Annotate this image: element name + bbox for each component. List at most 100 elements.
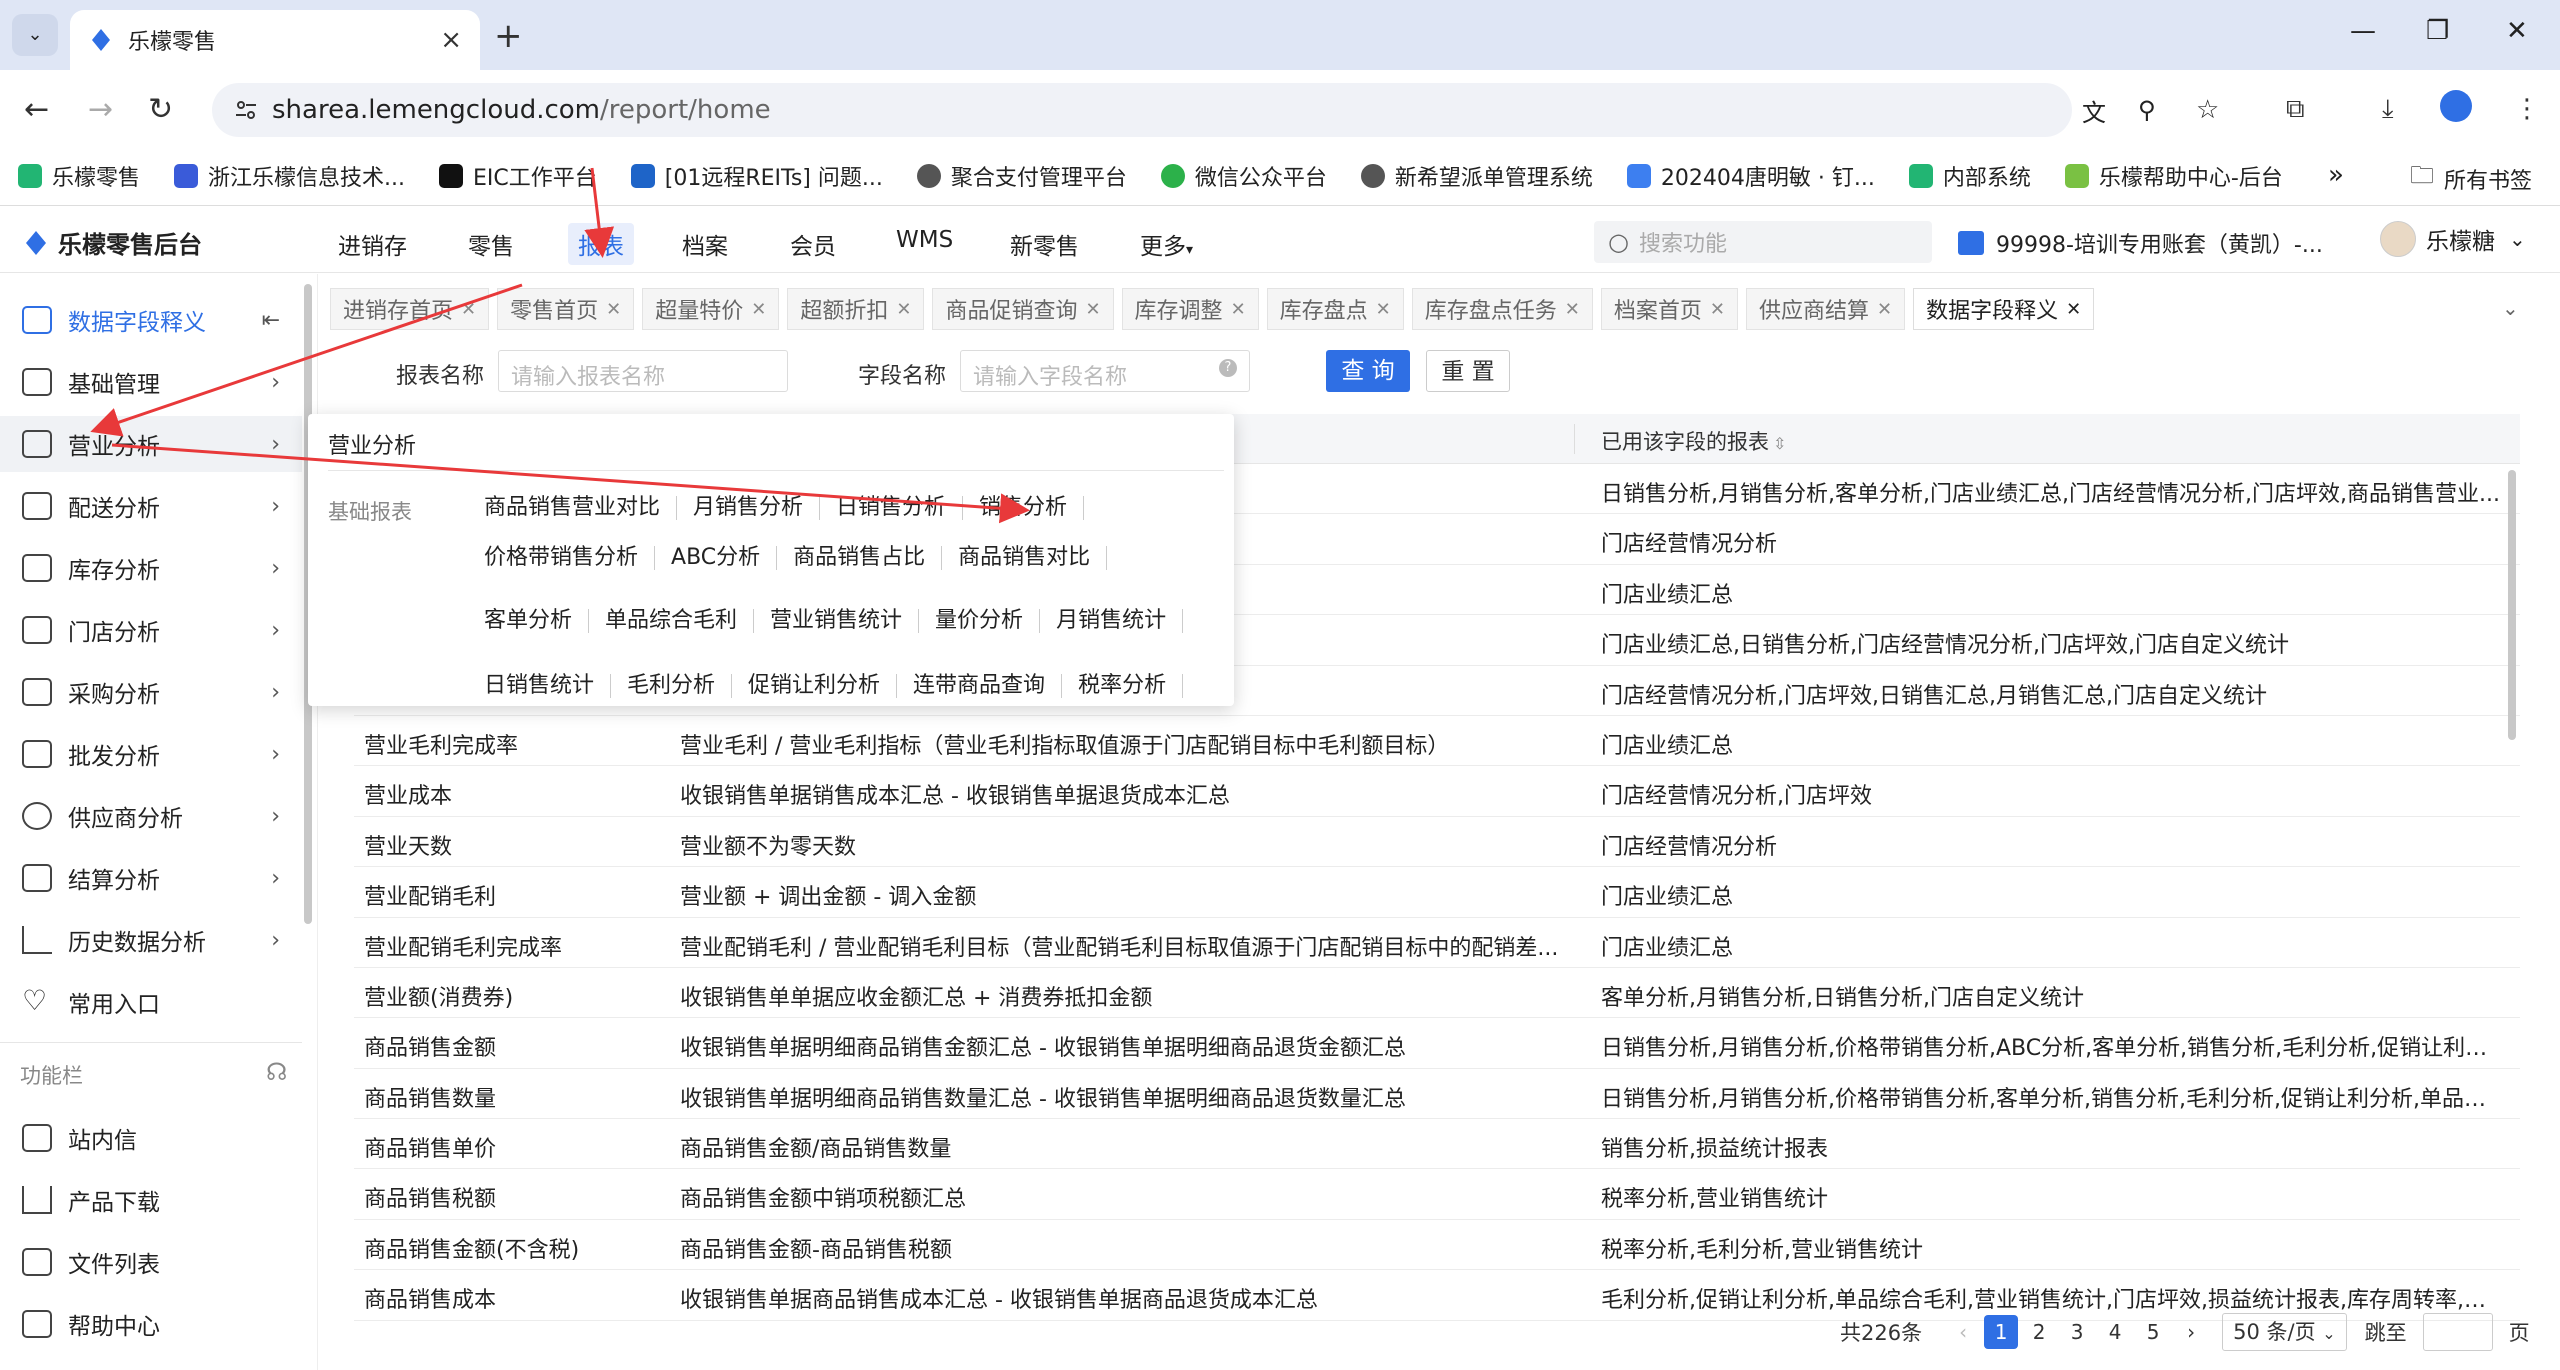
menu-item[interactable]: 税率分析 bbox=[1078, 674, 1184, 698]
sidebar-item-basic-management[interactable]: 基础管理 › bbox=[0, 354, 302, 410]
page-button[interactable]: 5 bbox=[2136, 1315, 2170, 1349]
table-row[interactable]: 商品销售税额 商品销售金额中销项税额汇总 税率分析,营业销售统计 bbox=[354, 1169, 2520, 1220]
sidebar-item-inventory-analysis[interactable]: 库存分析 › bbox=[0, 540, 302, 596]
table-row[interactable]: 营业额(消费券) 收银销售单单据应收金额汇总 + 消费券抵扣金额 客单分析,月销售分… bbox=[354, 968, 2520, 1019]
translate-icon[interactable]: 文 bbox=[2082, 93, 2106, 128]
table-row[interactable]: 商品销售单价 商品销售金额/商品销售数量 销售分析,损益统计报表 bbox=[354, 1119, 2520, 1170]
user-menu[interactable]: 乐檬糖 ⌄ bbox=[2380, 221, 2526, 257]
sidebar-item-help-center[interactable]: 帮助中心 bbox=[0, 1296, 302, 1352]
tab-close-icon[interactable]: ✕ bbox=[461, 299, 476, 320]
nav-member[interactable]: 会员 bbox=[790, 227, 836, 261]
prev-page-icon[interactable]: ‹ bbox=[1946, 1315, 1980, 1349]
sort-icon[interactable]: ⇳ bbox=[1773, 434, 1786, 453]
extensions-icon[interactable]: ⧉ bbox=[2286, 94, 2305, 125]
menu-item[interactable]: 营业销售统计 bbox=[770, 609, 920, 633]
nav-jinxiaocun[interactable]: 进销存 bbox=[338, 227, 407, 261]
bookmark-item[interactable]: 乐檬零售 bbox=[18, 160, 140, 192]
page-size-select[interactable]: 50 条/页 ⌄ bbox=[2222, 1313, 2347, 1351]
menu-item[interactable]: 量价分析 bbox=[935, 609, 1041, 633]
page-button[interactable]: 2 bbox=[2022, 1315, 2056, 1349]
table-row[interactable]: 商品销售金额(不含税) 商品销售金额-商品销售税额 税率分析,毛利分析,营业销售统计 bbox=[354, 1220, 2520, 1271]
sidebar-item-field-definition[interactable]: 数据字段释义 ⇤ bbox=[0, 292, 302, 348]
nav-wms[interactable]: WMS bbox=[896, 227, 953, 253]
tab-close-icon[interactable]: ✕ bbox=[896, 299, 911, 320]
menu-item[interactable]: 月销售分析 bbox=[693, 496, 821, 520]
bookmark-item[interactable]: 202404唐明敏 · 钉... bbox=[1626, 160, 1875, 192]
menu-item[interactable]: 商品销售营业对比 bbox=[484, 496, 678, 520]
headset-icon[interactable]: ☊ bbox=[266, 1058, 287, 1086]
bookmarks-overflow-icon[interactable]: » bbox=[2328, 160, 2344, 190]
bookmark-star-icon[interactable]: ☆ bbox=[2196, 95, 2219, 125]
sidebar-item-wholesale-analysis[interactable]: 批发分析 › bbox=[0, 726, 302, 782]
page-tab[interactable]: 商品促销查询 ✕ bbox=[932, 288, 1114, 330]
search-function-input[interactable]: ○ 搜索功能 bbox=[1594, 221, 1932, 263]
profile-icon[interactable] bbox=[2440, 90, 2472, 122]
menu-item[interactable]: 促销让利分析 bbox=[748, 674, 898, 698]
forward-icon[interactable]: → bbox=[88, 92, 113, 127]
bookmark-item[interactable]: 浙江乐檬信息技术... bbox=[174, 160, 405, 192]
table-row[interactable]: 营业配销毛利 营业额 + 调出金额 - 调入金额 门店业绩汇总 bbox=[354, 867, 2520, 918]
tabs-dropdown-icon[interactable]: ⌄ bbox=[2502, 296, 2519, 320]
sidebar-item-purchase-analysis[interactable]: 采购分析 › bbox=[0, 664, 302, 720]
tab-close-icon[interactable]: ✕ bbox=[2066, 299, 2081, 320]
page-tab[interactable]: 超量特价 ✕ bbox=[642, 288, 780, 330]
menu-item[interactable]: 商品销售对比 bbox=[958, 546, 1108, 570]
tab-close-icon[interactable]: ✕ bbox=[751, 299, 766, 320]
reset-button[interactable]: 重 置 bbox=[1426, 350, 1510, 392]
nav-new-retail[interactable]: 新零售 bbox=[1010, 227, 1079, 261]
query-button[interactable]: 查 询 bbox=[1326, 350, 1410, 392]
sidebar-item-file-list[interactable]: 文件列表 bbox=[0, 1234, 302, 1290]
bookmark-item[interactable]: 微信公众平台 bbox=[1160, 160, 1327, 192]
collapse-sidebar-icon[interactable]: ⇤ bbox=[262, 308, 280, 333]
url-bar[interactable]: sharea.lemengcloud.com/report/home 文 ⚲ ☆ bbox=[212, 83, 2219, 137]
browser-menu-icon[interactable]: ⋮ bbox=[2514, 94, 2540, 124]
bookmark-item[interactable]: 新希望派单管理系统 bbox=[1360, 160, 1593, 192]
page-button[interactable]: 3 bbox=[2060, 1315, 2094, 1349]
jump-page-input[interactable] bbox=[2422, 1313, 2493, 1351]
minimize-icon[interactable]: — bbox=[2350, 16, 2376, 46]
menu-item[interactable]: 日销售分析 bbox=[836, 496, 964, 520]
tab-search-button[interactable]: ⌄ bbox=[12, 14, 58, 56]
table-row[interactable]: 营业配销毛利完成率 营业配销毛利 / 营业配销毛利目标（营业配销毛利目标取值源于门… bbox=[354, 918, 2520, 968]
sidebar-item-history-analysis[interactable]: 历史数据分析 › bbox=[0, 912, 302, 968]
sidebar-item-common-entry[interactable]: ♡ 常用入口 bbox=[0, 974, 302, 1030]
sidebar-item-business-analysis[interactable]: 营业分析 › bbox=[0, 416, 302, 472]
site-info-icon[interactable] bbox=[234, 98, 258, 122]
next-page-icon[interactable]: › bbox=[2174, 1315, 2208, 1349]
reload-icon[interactable]: ↻ bbox=[148, 92, 173, 127]
field-name-input[interactable]: 请输入字段名称? bbox=[960, 350, 1250, 392]
browser-tab[interactable]: 乐檬零售 × bbox=[70, 10, 480, 70]
brand[interactable]: 乐檬零售后台 bbox=[22, 225, 202, 260]
page-button[interactable]: 4 bbox=[2098, 1315, 2132, 1349]
help-icon[interactable]: ? bbox=[1219, 359, 1237, 377]
table-row[interactable]: 商品销售数量 收银销售单据明细商品销售数量汇总 - 收银销售单据明细商品退货数量汇… bbox=[354, 1069, 2520, 1120]
bookmark-item[interactable]: EIC工作平台 bbox=[439, 160, 597, 192]
page-tab-active[interactable]: 数据字段释义 ✕ bbox=[1913, 288, 2095, 330]
nav-retail[interactable]: 零售 bbox=[468, 227, 514, 261]
page-tab[interactable]: 供应商结算 ✕ bbox=[1745, 288, 1906, 330]
download-icon[interactable]: ⤓ bbox=[2382, 94, 2394, 125]
all-bookmarks-button[interactable]: 🗀 所有书签 bbox=[2410, 158, 2532, 199]
menu-item[interactable]: 毛利分析 bbox=[627, 674, 733, 698]
report-name-input[interactable]: 请输入报表名称 bbox=[498, 350, 788, 392]
page-button[interactable]: 1 bbox=[1984, 1315, 2019, 1349]
back-icon[interactable]: ← bbox=[24, 92, 49, 127]
menu-item[interactable]: 销售分析 bbox=[979, 496, 1085, 520]
menu-item[interactable]: 连带商品查询 bbox=[913, 674, 1063, 698]
page-tab[interactable]: 零售首页 ✕ bbox=[497, 288, 635, 330]
new-tab-button[interactable]: + bbox=[494, 16, 523, 56]
table-row[interactable]: 营业天数 营业额不为零天数 门店经营情况分析 bbox=[354, 817, 2520, 868]
nav-report[interactable]: 报表 bbox=[568, 223, 634, 265]
col-header-reports[interactable]: 已用该字段的报表 ⇳ bbox=[1601, 426, 1786, 456]
window-close-icon[interactable]: ✕ bbox=[2506, 16, 2528, 46]
menu-item[interactable]: 客单分析 bbox=[484, 609, 590, 633]
nav-archive[interactable]: 档案 bbox=[682, 227, 728, 261]
menu-item[interactable]: 单品综合毛利 bbox=[605, 609, 755, 633]
page-tab[interactable]: 超额折扣 ✕ bbox=[787, 288, 925, 330]
menu-item[interactable]: ABC分析 bbox=[671, 546, 778, 570]
tab-close-icon[interactable]: ✕ bbox=[1085, 299, 1100, 320]
table-row[interactable]: 营业成本 收银销售单据销售成本汇总 - 收银销售单据退货成本汇总 门店经营情况分析,… bbox=[354, 766, 2520, 817]
tab-close-icon[interactable]: ✕ bbox=[1231, 299, 1246, 320]
account-selector[interactable]: 99998-培训专用账套（黄凯）-... bbox=[1958, 227, 2323, 259]
tab-close-icon[interactable]: ✕ bbox=[1710, 299, 1725, 320]
